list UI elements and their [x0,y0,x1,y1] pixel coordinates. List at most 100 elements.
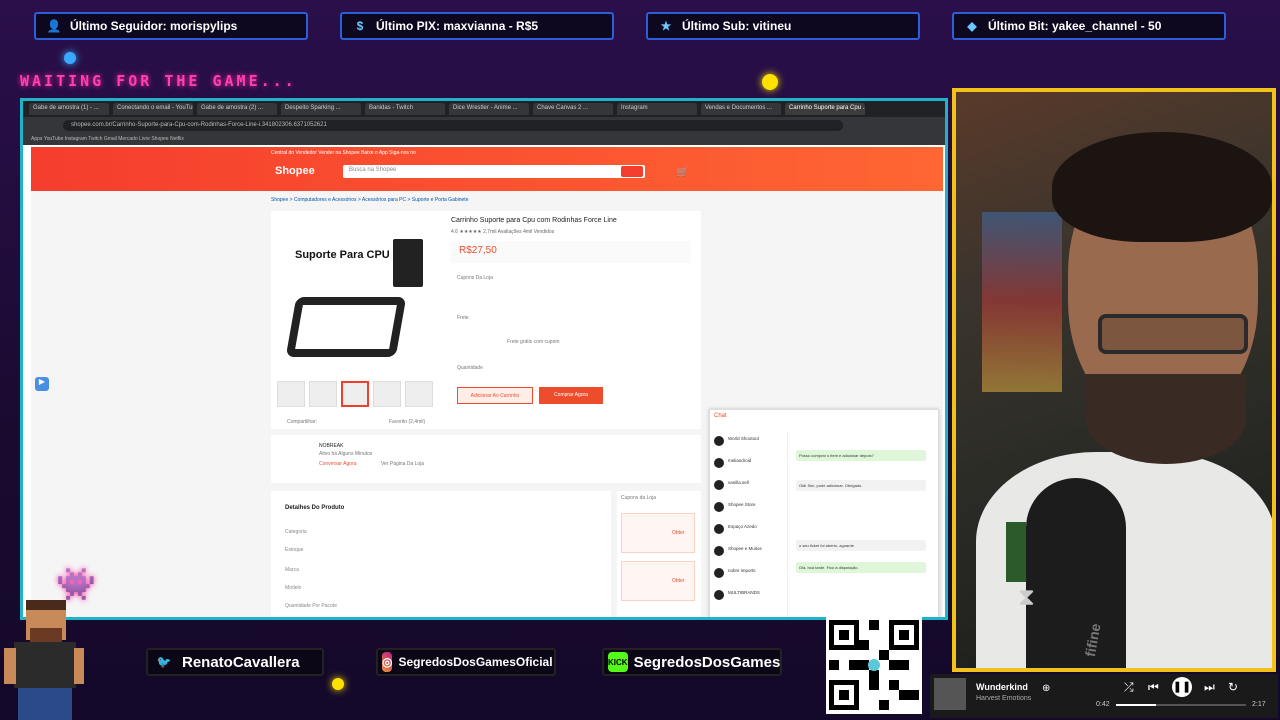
coupon-obtain-button[interactable]: Obter [672,578,685,584]
address-bar-row: shopee.com.br/Carrinho-Suporte-para-Cpu-… [23,117,945,133]
product-image[interactable]: Suporte Para CPU [277,217,437,377]
search-input[interactable]: Busca na Shopee [343,165,645,178]
product-thumbnail[interactable] [373,381,401,407]
browser-tab[interactable]: Conectando o email - YouTube [113,103,193,115]
product-thumbnail[interactable] [277,381,305,407]
chat-contact[interactable]: vanilla.sell [712,478,786,494]
coupon-obtain-button[interactable]: Obter [672,530,685,536]
chat-message: Olá, boa tarde. Fico à disposição. [796,562,926,573]
shuffle-icon[interactable]: ⤮ [1124,680,1134,695]
browser-tab[interactable]: Vendas e Documentos ... [701,103,781,115]
star-icon: ★ [660,19,672,33]
shirt-stripe [1006,522,1026,582]
product-card: Suporte Para CPU Carrinho Suporte para C… [271,211,701,429]
product-page: Shopee > Computadores e Acessórios > Ace… [31,191,943,617]
chat-contact[interactable]: meliandroid [712,456,786,472]
track-title: Wunderkind [976,682,1028,692]
chat-contact[interactable]: MULTIBRANDS [712,588,786,604]
chat-contact[interactable]: Shopee e Muitos [712,544,786,560]
breadcrumb[interactable]: Shopee > Computadores e Acessórios > Ace… [271,197,468,203]
thumbnail-strip [277,381,433,407]
repeat-icon[interactable]: ↻ [1228,680,1238,694]
address-bar[interactable]: shopee.com.br/Carrinho-Suporte-para-Cpu-… [63,119,843,131]
total-time: 2:17 [1252,701,1266,708]
track-artist: Harvest Emotions [976,695,1032,702]
chat-message: Posso comprar o item e adicionar depois? [796,450,926,461]
shopee-logo[interactable]: Shopee [275,165,315,177]
product-thumbnail[interactable] [405,381,433,407]
avatar [714,590,724,600]
progress-fill [1116,704,1157,706]
next-icon[interactable]: ⏭ [1204,680,1215,695]
music-player: Wunderkind Harvest Emotions ⊕ ⤮ ⏮ ❚❚ ⏭ ↻… [930,674,1278,718]
last-bit-text: Último Bit: yakee_channel - 50 [988,19,1162,33]
streamer-beard [1086,374,1246,464]
chat-contact[interactable]: Shopee Store [712,500,786,516]
streamer-hair [1052,132,1272,242]
kick-icon: KICK [608,652,628,672]
extension-icon[interactable]: ▶ [35,377,49,391]
coupon-card: Obter [621,561,695,601]
twitter-handle-text: RenatoCavallera [182,653,300,671]
chat-contact[interactable]: Espaço Azedo [712,522,786,538]
detail-row: Quantidade Por Pacote [285,603,337,609]
shop-status: Ativo há Alguns Minutos [319,451,373,457]
twitter-handle: 🐦 RenatoCavallera [146,648,324,676]
share-label[interactable]: Compartilhar: [287,419,317,425]
streamer-glasses [1098,314,1248,354]
buy-now-button[interactable]: Comprar Agora [539,387,603,404]
shopee-top-links[interactable]: Central do Vendedor Vender na Shopee Bai… [31,147,943,159]
shop-name[interactable]: NOBREAK [319,443,343,449]
chat-contact-list: World Shootout meliandroid vanilla.sell … [710,432,788,617]
avatar [714,458,724,468]
avatar [714,480,724,490]
webcam-feed: ⧗ fifine [952,88,1276,672]
chat-contact[interactable]: nobre imports [712,566,786,582]
progress-bar[interactable] [1116,704,1246,706]
favorite-button[interactable]: Favorito (2,4mil) [389,419,425,425]
cart-icon[interactable]: 🛒 [676,167,688,178]
add-to-cart-button[interactable]: Adicionar Ao Carrinho [457,387,533,404]
wall-poster [982,212,1062,392]
search-button[interactable] [621,166,643,177]
product-rating[interactable]: 4.6 ★★★★★ 2,7mil Avaliações 4mil Vendido… [451,229,554,235]
product-thumbnail[interactable] [309,381,337,407]
pixel-character-sprite [4,600,84,720]
browser-tab[interactable]: Instagram [617,103,697,115]
browser-tab[interactable]: Despeito Sparking ... [281,103,361,115]
cpu-tower-graphic [393,239,423,287]
chat-message: Olá! Sim, pode adicionar. Obrigado. [796,480,926,491]
kick-handle: KICK SegredosDosGames [602,648,782,676]
pause-button[interactable]: ❚❚ [1172,677,1192,697]
chat-window: Chat World Shootout meliandroid vanilla.… [709,409,939,617]
chat-contact-name: Shopee Store [728,502,756,507]
previous-icon[interactable]: ⏮ [1148,680,1159,695]
kick-handle-text: SegredosDosGames [633,653,781,671]
microphone-logo-icon: ⧗ [1018,584,1035,611]
chat-contact[interactable]: World Shootout [712,434,786,450]
shipping-label: Frete [457,315,469,321]
overlay-top-bar: 👤 Último Seguidor: morispylips $ Último … [0,0,1280,48]
coin-icon [332,678,344,690]
browser-tab[interactable]: Chave Canvas 2 ... [533,103,613,115]
bookmarks-bar[interactable]: Apps YouTube Instagram Twitch Gmail Merc… [23,133,945,145]
last-sub-pill: ★ Último Sub: vitineu [646,12,920,40]
view-shop-button[interactable]: Ver Página Da Loja [381,461,424,467]
browser-tab-active[interactable]: Carrinho Suporte para Cpu ... [785,103,865,115]
add-icon[interactable]: ⊕ [1042,683,1050,694]
product-image-caption: Suporte Para CPU [295,249,390,261]
waiting-banner: WAITING FOR THE GAME... [20,72,297,90]
browser-tab[interactable]: Banidas - Twitch [365,103,445,115]
twitter-icon: 🐦 [156,655,172,669]
browser-tab[interactable]: Dice Wrestler - Anime ... [449,103,529,115]
chat-now-button[interactable]: Conversar Agora [319,461,357,467]
coupon-card: Obter [621,513,695,553]
avatar [714,546,724,556]
browser-tab[interactable]: Gabe de amostra (2) ... [197,103,277,115]
browser-tab[interactable]: Gabe de amostra (1) - ... [29,103,109,115]
product-thumbnail-selected[interactable] [341,381,369,407]
user-icon: 👤 [46,19,62,33]
elapsed-time: 0:42 [1096,701,1110,708]
avatar [714,568,724,578]
chat-contact-name: meliandroid [728,458,752,463]
